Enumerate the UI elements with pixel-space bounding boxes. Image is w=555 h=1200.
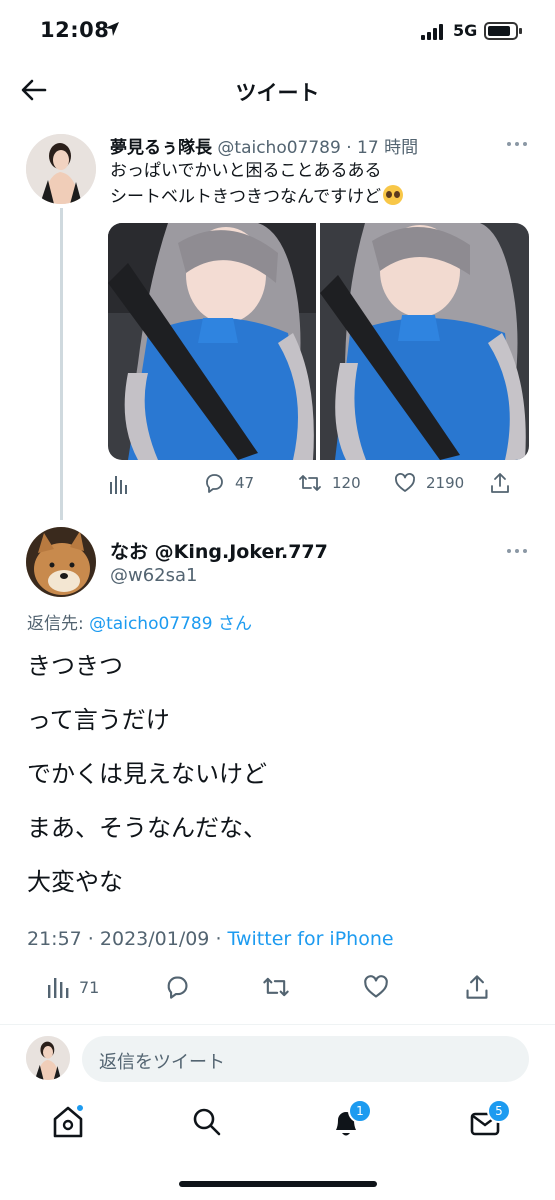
more-options-icon[interactable]: [507, 546, 531, 556]
retweet-count: 120: [332, 474, 361, 492]
avatar[interactable]: [26, 527, 96, 597]
tweet-image[interactable]: [108, 223, 316, 460]
handle[interactable]: @w62sa1: [110, 565, 198, 586]
home-indicator: [179, 1181, 377, 1187]
pleading-face-emoji-icon: [383, 185, 404, 205]
tweet-text-line: きつきつ: [27, 652, 123, 680]
tab-home[interactable]: [52, 1104, 86, 1141]
network-type: 5G: [453, 21, 478, 40]
like-button[interactable]: 2190: [394, 472, 464, 494]
tweet-text-line: シートベルトきつきつなんですけど: [110, 187, 382, 207]
heart-icon[interactable]: [363, 974, 389, 1000]
notifications-badge: 1: [348, 1099, 372, 1123]
location-arrow-icon: [105, 22, 119, 36]
avatar-photo-shiba: [26, 527, 96, 597]
reply-input[interactable]: 返信をツイート: [82, 1036, 529, 1082]
reply-button[interactable]: 47: [203, 472, 254, 494]
tweet-text-line: 大変やな: [27, 868, 123, 896]
analytics-button[interactable]: 71: [47, 976, 99, 998]
reply-count: 47: [235, 474, 255, 492]
avatar-photo-woman: [26, 134, 96, 204]
share-icon[interactable]: [465, 974, 489, 1000]
analytics-icon: [48, 978, 69, 998]
search-icon: [193, 1108, 221, 1136]
home-unread-dot: [76, 1104, 84, 1112]
tweet-image[interactable]: [320, 223, 529, 460]
timestamp[interactable]: 17 時間: [357, 138, 418, 158]
header: ツイート: [0, 62, 555, 118]
status-time: 12:08: [40, 18, 110, 42]
my-avatar[interactable]: [26, 1036, 70, 1080]
reply-icon: [206, 474, 223, 493]
replying-to-label: 返信先:: [27, 614, 90, 634]
tweet-meta: 21:57 · 2023/01/09 · Twitter for iPhone: [27, 928, 394, 950]
replying-to-handle[interactable]: @taicho07789 さん: [89, 614, 252, 634]
views-count: 71: [79, 977, 100, 997]
retweet-button[interactable]: 120: [298, 472, 361, 494]
replying-to: 返信先: @taicho07789 さん: [27, 609, 252, 634]
messages-badge: 5: [487, 1099, 511, 1123]
tab-search[interactable]: [191, 1105, 225, 1141]
status-bar: 12:08 5G: [0, 0, 555, 62]
analytics-icon[interactable]: [109, 474, 129, 494]
handle[interactable]: @taicho07789: [217, 138, 340, 158]
more-options-icon[interactable]: [507, 139, 531, 149]
page-title: ツイート: [235, 81, 320, 105]
tweet-header: 夢見るぅ隊長 @taicho07789 · 17 時間: [110, 138, 419, 158]
display-name[interactable]: 夢見るぅ隊長: [110, 138, 212, 158]
tweet-time: 21:57: [27, 928, 82, 950]
display-name[interactable]: なお @King.Joker.777: [110, 537, 328, 564]
like-count: 2190: [426, 474, 465, 492]
tab-messages[interactable]: 5: [469, 1099, 511, 1141]
tweet-text-line: でかくは見えないけど: [27, 760, 267, 788]
retweet-icon[interactable]: [262, 974, 290, 1000]
tweet-text-line: って言うだけ: [27, 706, 170, 734]
reply-icon[interactable]: [164, 974, 190, 1000]
battery-icon: [484, 22, 522, 40]
share-icon[interactable]: [490, 472, 510, 494]
tweet-actions: 47 120 2190: [0, 470, 555, 498]
tweet-date: 2023/01/09: [99, 928, 210, 950]
tab-notifications[interactable]: 1: [330, 1099, 372, 1141]
tweet-text: おっぱいでかいと困ることあるある シートベルトきつきつなんですけど: [110, 158, 404, 210]
avatar[interactable]: [26, 134, 96, 204]
divider: [0, 1024, 555, 1025]
heart-icon: [395, 473, 415, 492]
tweet-text-line: おっぱいでかいと困ることあるある: [110, 161, 382, 181]
signal-icon: [421, 24, 443, 40]
tweet-source[interactable]: Twitter for iPhone: [228, 928, 394, 950]
avatar-photo-woman: [26, 1036, 70, 1080]
tweet-actions: 71: [0, 972, 555, 1004]
tweet-text-line: まあ、そうなんだな、: [27, 814, 267, 842]
retweet-icon: [299, 475, 321, 491]
